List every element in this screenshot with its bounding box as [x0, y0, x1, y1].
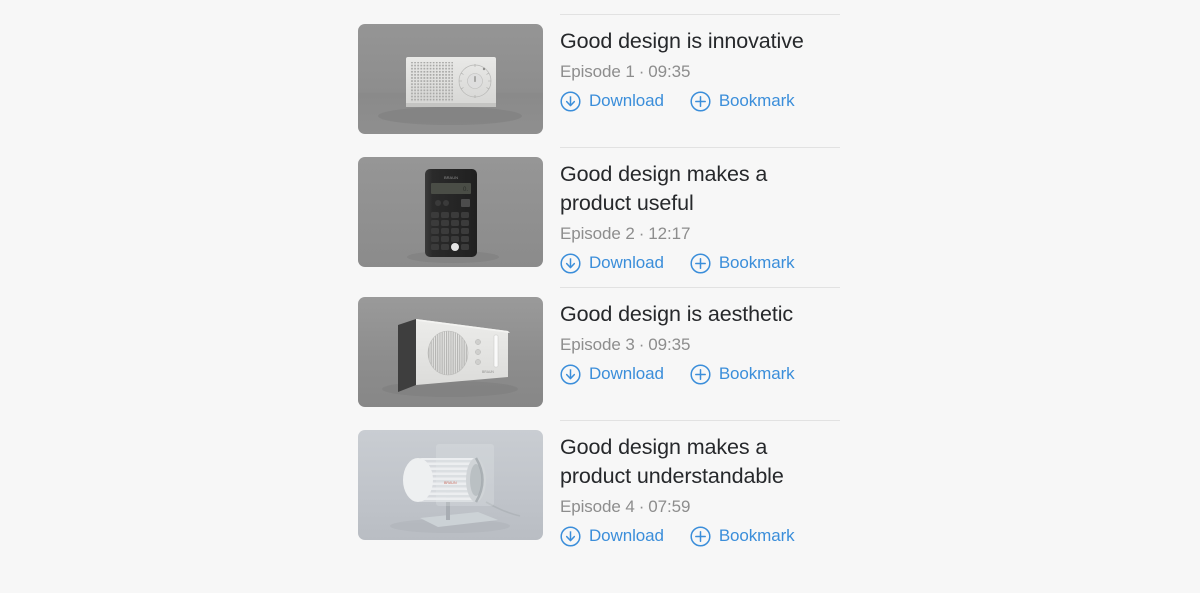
bookmark-button[interactable]: Bookmark — [690, 363, 795, 385]
meta-separator: · — [638, 62, 645, 81]
episode-meta: Episode 1 · 09:35 — [560, 59, 848, 84]
episode-list: Good design is innovative Episode 1 · 09:3… — [358, 14, 848, 560]
braun-black-calculator-image: BRAUN 0. — [358, 157, 543, 267]
episode-number: Episode 2 — [560, 224, 635, 243]
list-item[interactable]: BRAUN Good design makes a product unders… — [358, 420, 848, 547]
list-item[interactable]: Good design is innovative Episode 1 · 09:3… — [358, 14, 848, 134]
download-circle-icon — [560, 252, 581, 274]
episode-thumbnail[interactable]: BRAUN 0. — [358, 157, 543, 267]
divider — [560, 420, 840, 421]
download-label: Download — [589, 91, 664, 110]
meta-separator: · — [638, 224, 645, 243]
list-item[interactable]: BRAUN 0. Good design makes a product use… — [358, 147, 848, 274]
download-circle-icon — [560, 525, 581, 547]
page-title: Good design is innovative — [560, 29, 804, 53]
download-circle-icon — [560, 90, 581, 112]
bookmark-button[interactable]: Bookmark — [690, 90, 795, 112]
plus-circle-icon — [690, 363, 711, 385]
download-button[interactable]: Download — [560, 363, 664, 385]
meta-separator: · — [638, 335, 645, 354]
episode-meta: Episode 4 · 07:59 — [560, 494, 848, 519]
page-title: Good design makes a product useful — [560, 162, 768, 215]
svg-text:BRAUN: BRAUN — [482, 370, 494, 374]
bookmark-label: Bookmark — [718, 364, 795, 383]
episode-duration: 07:59 — [648, 497, 691, 516]
episode-number: Episode 3 — [560, 335, 635, 354]
episode-content: Good design is aesthetic Episode 3 · 09:35 — [560, 287, 848, 385]
download-label: Download — [589, 526, 664, 545]
bookmark-label: Bookmark — [718, 526, 795, 545]
bookmark-button[interactable]: Bookmark — [690, 525, 795, 547]
meta-separator: · — [638, 497, 645, 516]
bookmark-button[interactable]: Bookmark — [690, 252, 795, 274]
episode-content: Good design makes a product useful Episo… — [560, 147, 848, 274]
divider — [560, 147, 840, 148]
episode-content: Good design makes a product understandab… — [560, 420, 848, 547]
episode-number: Episode 1 — [560, 62, 635, 81]
divider — [560, 14, 840, 15]
download-label: Download — [589, 364, 664, 383]
episode-thumbnail[interactable]: BRAUN — [358, 297, 543, 407]
episode-actions: Download Bookmark — [560, 363, 848, 385]
bookmark-label: Bookmark — [718, 91, 795, 110]
page-title: Good design is aesthetic — [560, 302, 794, 326]
episode-duration: 09:35 — [648, 335, 691, 354]
download-button[interactable]: Download — [560, 252, 664, 274]
episode-actions: Download Bookmark — [560, 525, 848, 547]
episode-thumbnail[interactable] — [358, 24, 543, 134]
download-circle-icon — [560, 363, 581, 385]
episode-actions: Download Bookmark — [560, 252, 848, 274]
download-label: Download — [589, 253, 664, 272]
download-button[interactable]: Download — [560, 90, 664, 112]
svg-text:0.: 0. — [463, 187, 468, 193]
episode-thumbnail[interactable]: BRAUN — [358, 430, 543, 540]
plus-circle-icon — [690, 90, 711, 112]
download-button[interactable]: Download — [560, 525, 664, 547]
divider — [560, 287, 840, 288]
braun-desk-fan-on-stand-image: BRAUN — [358, 430, 543, 540]
episode-actions: Download Bookmark — [560, 90, 848, 112]
braun-white-wedge-speaker-image: BRAUN — [358, 297, 543, 407]
episode-meta: Episode 2 · 12:17 — [560, 221, 848, 246]
svg-text:BRAUN: BRAUN — [444, 175, 458, 180]
list-item[interactable]: BRAUN Good design is aesthetic Episode 3… — [358, 287, 848, 407]
page-title: Good design makes a product understandab… — [560, 435, 784, 488]
braun-white-radio-speaker-dial-image — [358, 24, 543, 134]
bookmark-label: Bookmark — [718, 253, 795, 272]
page-root: Good design is innovative Episode 1 · 09:3… — [0, 0, 1200, 593]
episode-number: Episode 4 — [560, 497, 635, 516]
episode-duration: 12:17 — [648, 224, 691, 243]
plus-circle-icon — [690, 525, 711, 547]
episode-meta: Episode 3 · 09:35 — [560, 332, 848, 357]
episode-duration: 09:35 — [648, 62, 691, 81]
plus-circle-icon — [690, 252, 711, 274]
episode-content: Good design is innovative Episode 1 · 09:3… — [560, 14, 848, 112]
